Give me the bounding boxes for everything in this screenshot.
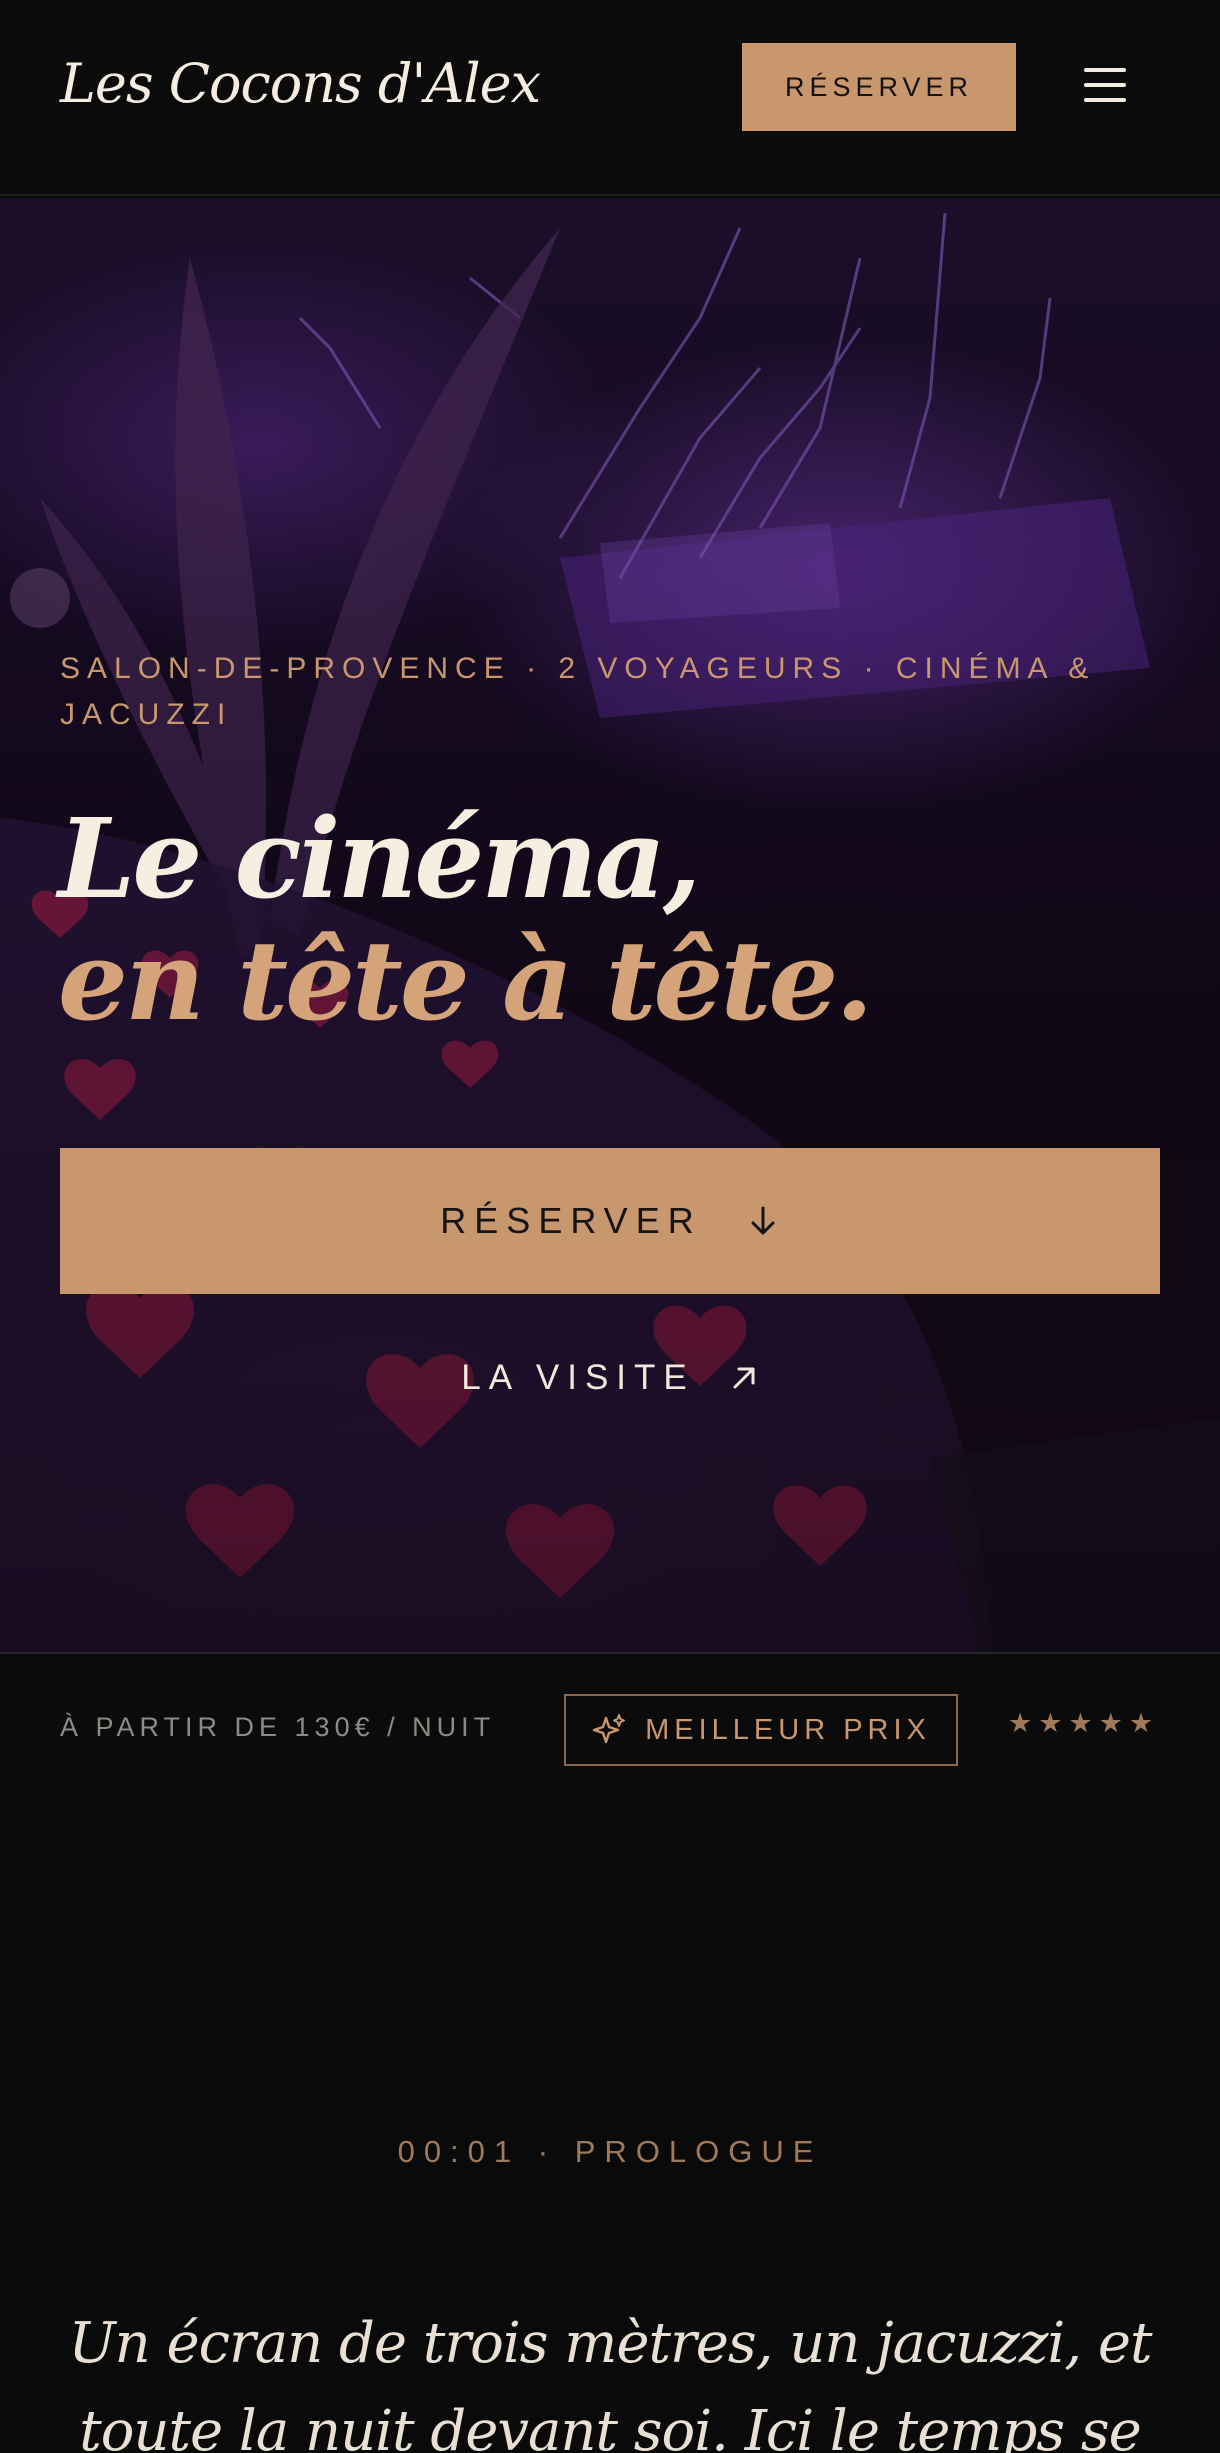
visit-link[interactable]: LA VISITE [0, 1338, 1220, 1418]
prologue-text: Un écran de trois mètres, un jacuzzi, et… [68, 2311, 1152, 2453]
hero-eyebrow: SALON-DE-PROVENCE · 2 VOYAGEURS · CINÉMA… [60, 652, 1096, 731]
sparkles-icon [592, 1714, 626, 1744]
rating-stars: ★★★★★ [1008, 1708, 1160, 1738]
header-reserve-button[interactable]: RÉSERVER [742, 43, 1016, 131]
prologue-label: 00:01 · PROLOGUE [397, 2134, 823, 2169]
info-strip: À PARTIR DE 130€ / NUIT MEILLEUR PRIX ★★… [0, 1652, 1220, 1802]
arrow-up-right-icon [733, 1367, 755, 1389]
hero-section: SALON-DE-PROVENCE · 2 VOYAGEURS · CINÉMA… [0, 198, 1220, 1652]
hero-reserve-label: RÉSERVER [440, 1200, 702, 1241]
brand-logo[interactable]: Les Cocons d'Alex [60, 52, 541, 115]
hamburger-menu-icon[interactable] [1082, 62, 1128, 108]
price-text: À PARTIR DE 130€ / NUIT [60, 1712, 496, 1742]
hero-title-line-1: Le cinéma, [58, 794, 701, 923]
hero-title-line-2: en tête à tête. [58, 916, 874, 1045]
site-header: Les Cocons d'Alex RÉSERVER [0, 0, 1220, 196]
visit-link-label: LA VISITE [461, 1358, 695, 1397]
hero-reserve-button[interactable]: RÉSERVER [60, 1148, 1160, 1294]
arrow-down-icon [751, 1206, 775, 1235]
best-price-label: MEILLEUR PRIX [645, 1713, 931, 1746]
best-price-badge: MEILLEUR PRIX [564, 1694, 958, 1766]
hero-title: Le cinéma, en tête à tête. [58, 798, 1158, 1042]
